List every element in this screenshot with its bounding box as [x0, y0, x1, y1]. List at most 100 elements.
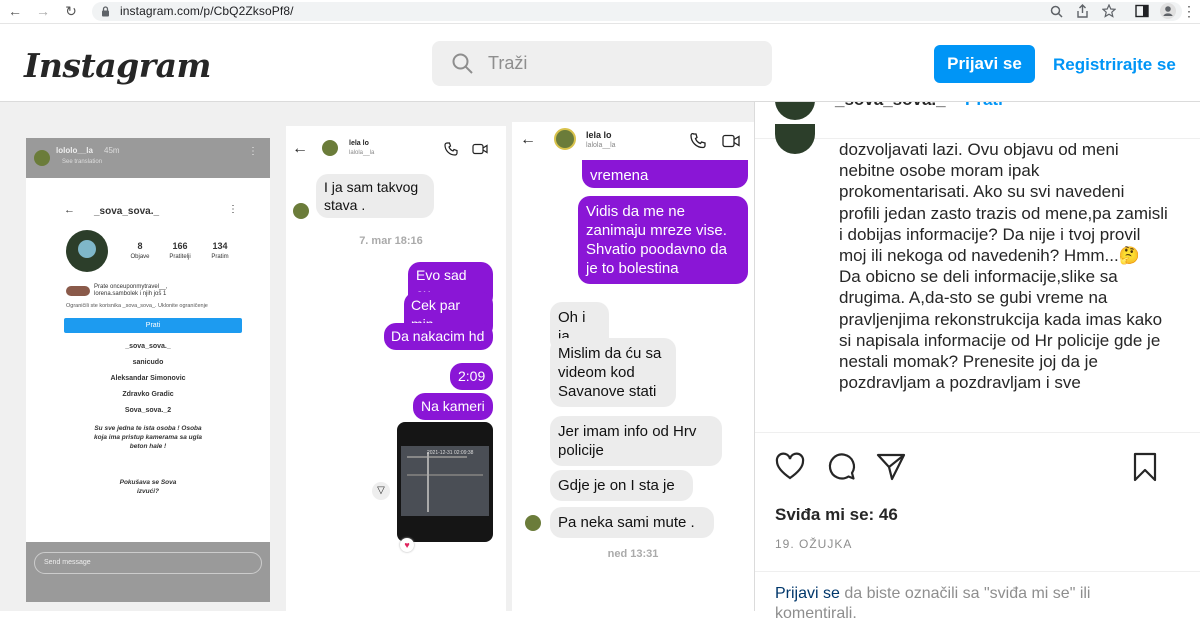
instagram-header: Instagram Traži Prijavi se Registrirajte…: [0, 24, 1200, 102]
chat2-out-top: vremena: [582, 160, 748, 188]
followed-by-1: Prate onceuponmytravel__,: [94, 284, 168, 290]
chat1-handle: lalola__la: [349, 150, 375, 156]
post-side-panel: _sova_sova._ Prati ⋯ dozvoljavati lazi. …: [754, 102, 1200, 622]
chat2-in-2: Mislim da ću sa videom kod Savanove stat…: [550, 338, 676, 407]
url-text: instagram.com/p/CbQ2ZksoPf8/: [120, 4, 294, 18]
story-top-bar: lololo__la 45m See translation ⋮: [26, 138, 270, 178]
save-bookmark-icon[interactable]: [1129, 451, 1161, 483]
login-prompt: Prijavi se da biste označili sa "sviđa m…: [755, 571, 1200, 622]
mutual-avatars: [66, 286, 90, 296]
like-heart-icon[interactable]: [774, 451, 806, 483]
chat2-call-icon: [690, 133, 706, 149]
story-name-3: Aleksandar Simonovic: [110, 375, 186, 382]
comment-icon[interactable]: [825, 451, 857, 483]
share-icon[interactable]: [1076, 4, 1089, 18]
chat1-out-3: Da nakacim hd: [384, 323, 493, 350]
chat1-msg-avatar: [293, 203, 309, 219]
menu-icon[interactable]: ⋮: [1180, 2, 1198, 20]
chat1-timestamp: 7. mar 18:16: [359, 235, 423, 247]
story-more-icon: ⋮: [248, 146, 258, 157]
story-name-5: Sova_sova._2: [124, 407, 172, 414]
following-count: 134: [212, 241, 228, 251]
register-link[interactable]: Registrirajte se: [1053, 55, 1176, 75]
post-date[interactable]: 19. OŽUJKA: [775, 537, 852, 551]
post-header: _sova_sova._ Prati ⋯: [755, 102, 1200, 139]
chat-screenshot-1: ← lela lo lalola__la I ja sam takvog sta…: [286, 126, 506, 611]
story-name-4: Zdravko Gradic: [122, 391, 174, 398]
profile-back-icon: ←: [64, 204, 75, 216]
likes-count[interactable]: Sviđa mi se: 46: [775, 505, 898, 525]
post-follow-button[interactable]: Prati: [965, 102, 1003, 110]
post-author-username[interactable]: _sova_sova._: [835, 102, 946, 110]
chat1-heart-reaction-icon: ♥: [400, 538, 414, 552]
video-timestamp: 2021-12-31 02:09:38: [427, 450, 474, 456]
story-name-2: sanicudo: [132, 359, 164, 366]
chat1-avatar: [322, 140, 338, 156]
story-bottom-bar: Send message: [26, 542, 270, 602]
chat1-back-icon: ←: [292, 140, 308, 157]
posts-label: Objave: [130, 254, 150, 260]
restricted-note: Ograničili ste korisnika _sova_sova_. Uk…: [66, 303, 208, 309]
post-image[interactable]: lololo__la 45m See translation ⋮ ← _sova…: [0, 102, 754, 611]
share-direct-icon[interactable]: [875, 451, 907, 483]
search-input[interactable]: Traži: [432, 41, 772, 86]
login-prompt-link[interactable]: Prijavi se: [775, 585, 840, 602]
story-time: 45m: [104, 146, 120, 155]
story-screenshot: lololo__la 45m See translation ⋮ ← _sova…: [26, 138, 270, 602]
profile-username: _sova_sova._: [94, 206, 160, 217]
post-author-avatar[interactable]: [775, 102, 815, 120]
story-name-1: _sova_sova._: [125, 343, 171, 350]
followers-count: 166: [172, 241, 188, 251]
post-more-icon[interactable]: ⋯: [1159, 102, 1176, 108]
side-panel-icon[interactable]: [1135, 4, 1149, 18]
followers-label: Pratitelji: [169, 254, 191, 260]
chat2-in-5: Pa neka sami mute .: [550, 507, 714, 538]
chat2-in-4: Gdje je on I sta je: [550, 470, 693, 501]
caption-author-avatar[interactable]: [775, 124, 815, 154]
lock-icon: [102, 6, 109, 17]
back-icon[interactable]: ←: [6, 2, 24, 20]
chat2-msg-avatar: [525, 515, 541, 531]
chat2-back-icon: ←: [520, 131, 536, 148]
profile-more-icon: ⋮: [228, 204, 238, 215]
chat1-name: lela lo: [349, 140, 369, 147]
search-placeholder: Traži: [488, 53, 528, 73]
browser-toolbar: ← → ↻ instagram.com/p/CbQ2ZksoPf8/ ⋮: [0, 0, 1200, 24]
profile-avatar: [66, 230, 108, 272]
chat1-out-4: 2:09: [450, 363, 493, 390]
post-caption: dozvoljavati lazi. Ovu objavu od meni ne…: [839, 139, 1169, 429]
followed-by-2: lorena.sambolek i njih još 1: [94, 291, 167, 297]
chat2-handle: lalola__la: [586, 142, 616, 149]
story-avatar: [34, 150, 50, 166]
chat-screenshot-2: ← lela lo lalola__la vremena Vidis da me…: [512, 122, 754, 611]
chat2-avatar: [554, 128, 576, 150]
chat2-name: lela lo: [586, 130, 612, 140]
search-icon: [452, 53, 473, 74]
following-label: Pratim: [211, 254, 229, 260]
chat2-video-icon: [722, 134, 740, 148]
posts-count: 8: [137, 241, 143, 251]
caption-text: dozvoljavati lazi. Ovu objavu od meni ne…: [839, 140, 1168, 393]
forward-icon[interactable]: →: [34, 2, 52, 20]
reload-icon[interactable]: ↻: [62, 2, 80, 20]
profile-follow-button: Prati: [64, 318, 242, 333]
story-message-2: Pokušava se Sova izvući?: [119, 479, 177, 495]
profile-icon[interactable]: [1160, 3, 1176, 19]
chat1-msg-in: I ja sam takvog stava .: [316, 174, 434, 218]
story-user: lololo__la: [56, 146, 93, 155]
zoom-icon[interactable]: [1050, 5, 1063, 18]
post-actions: Sviđa mi se: 46 19. OŽUJKA Prijavi se da…: [755, 432, 1200, 622]
story-translate: See translation: [62, 159, 103, 165]
instagram-logo[interactable]: Instagram: [24, 46, 211, 85]
chat1-call-icon: [444, 142, 458, 156]
chat1-video-icon: [472, 143, 488, 155]
chat1-out-5: Na kameri: [413, 393, 493, 420]
story-message-1: Su sve jedna te ista osoba ! Osoba koja …: [93, 425, 203, 450]
send-message-placeholder: Send message: [44, 559, 91, 566]
chat2-out-main: Vidis da me ne zanimaju mreze vise. Shva…: [578, 196, 748, 284]
chat2-timestamp: ned 13:31: [607, 548, 659, 560]
bookmark-star-icon[interactable]: [1102, 4, 1116, 18]
chat1-video-thumbnail: 2021-12-31 02:09:38: [397, 422, 493, 542]
address-bar[interactable]: instagram.com/p/CbQ2ZksoPf8/: [92, 2, 1182, 21]
login-button[interactable]: Prijavi se: [934, 45, 1035, 83]
